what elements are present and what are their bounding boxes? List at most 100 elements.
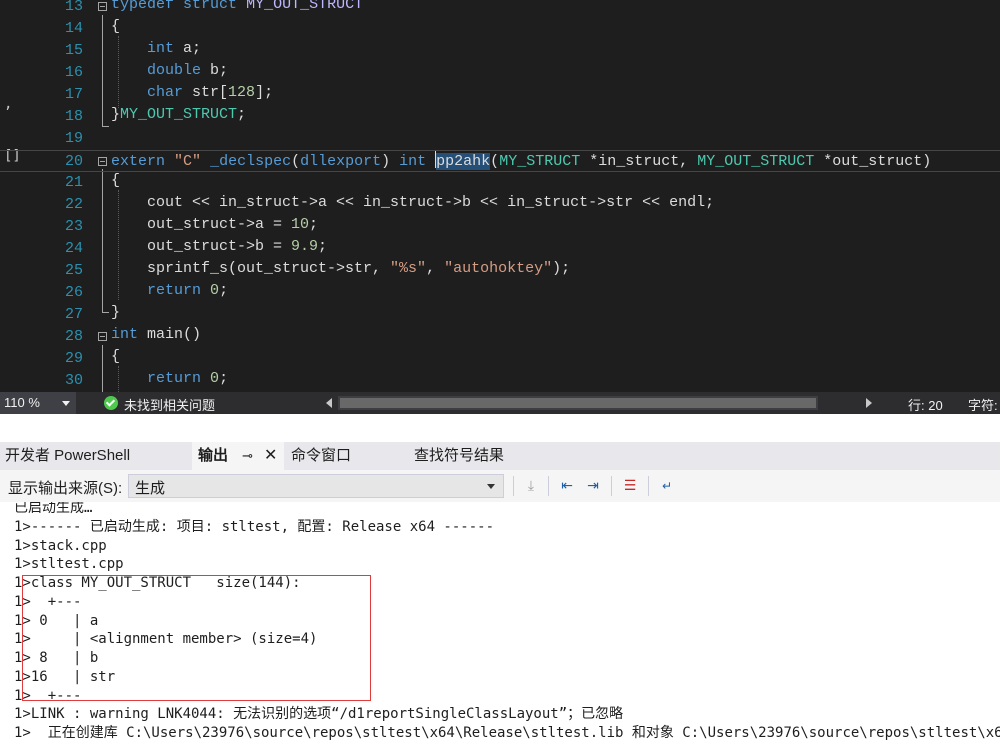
cursor-row: 行: 20 (908, 398, 943, 413)
pin-icon[interactable]: ⊸ (242, 442, 253, 470)
splitter[interactable] (0, 414, 1000, 442)
chevron-down-icon (487, 484, 495, 489)
code-line[interactable]: 14 { (0, 18, 1000, 40)
tab-output[interactable]: 输出 ⊸ ✕ (192, 442, 284, 470)
code-text: { (111, 348, 121, 365)
code-text: int main() (111, 326, 202, 343)
toolbar-separator (548, 476, 549, 496)
tab-find-symbol-results[interactable]: 查找符号结果 (414, 442, 504, 470)
code-line[interactable]: 30 return 0; (0, 370, 1000, 392)
code-line[interactable]: 26 return 0; (0, 282, 1000, 304)
horizontal-scrollbar[interactable] (338, 396, 818, 410)
tab-developer-powershell[interactable]: 开发者 PowerShell (5, 442, 130, 470)
scroll-left-icon[interactable] (326, 398, 332, 408)
code-text: int a; (147, 40, 202, 57)
line-number: 20 (64, 153, 83, 170)
output-source-label: 显示输出来源(S): (8, 480, 123, 497)
line-number: 22 (64, 196, 83, 213)
code-line[interactable]: 18 }MY_OUT_STRUCT; (0, 106, 1000, 128)
code-line[interactable]: 13 typedef struct MY_OUT_STRUCT (0, 0, 1000, 18)
clear-all-icon[interactable]: ☰ (620, 476, 640, 496)
output-line: 1>------ 已启动生成: 项目: stltest, 配置: Release… (14, 518, 495, 535)
code-text: return 0; (147, 370, 229, 387)
chevron-down-icon (62, 401, 70, 406)
zoom-dropdown[interactable]: 110 % (0, 392, 76, 414)
line-number: 16 (64, 64, 83, 81)
line-number: 25 (64, 262, 83, 279)
scroll-right-icon[interactable] (866, 398, 872, 408)
code-line[interactable]: 29 { (0, 348, 1000, 370)
line-number: 14 (64, 20, 83, 37)
previous-message-icon[interactable]: ⇤ (557, 476, 577, 496)
output-source-value: 生成 (135, 480, 166, 497)
output-source-select[interactable]: 生成 (128, 474, 504, 498)
zoom-level: 110 % (4, 395, 40, 410)
code-text: { (111, 172, 121, 189)
class-layout-highlight-box (22, 575, 371, 701)
line-number: 30 (64, 372, 83, 389)
line-number: 18 (64, 108, 83, 125)
code-line[interactable]: 16 double b; (0, 62, 1000, 84)
check-circle-icon[interactable] (104, 396, 118, 410)
code-text: sprintf_s(out_struct->str, "%s", "autoho… (111, 260, 571, 277)
issues-status[interactable]: 未找到相关问题 (124, 395, 215, 414)
line-number: 21 (64, 174, 83, 191)
code-line[interactable]: 24 out_struct->b = 9.9; (0, 238, 1000, 260)
code-text: { (111, 18, 121, 35)
code-line[interactable]: 21 { (0, 172, 1000, 194)
scrollbar-thumb[interactable] (340, 398, 816, 408)
line-number: 24 (64, 240, 83, 257)
code-text: out_struct->b = 9.9; (111, 238, 328, 255)
code-line[interactable]: 22 cout << in_struct->a << in_struct->b … (0, 194, 1000, 216)
toolbar-separator (611, 476, 612, 496)
tab-command-window[interactable]: 命令窗口 (291, 442, 351, 470)
tab-output-label: 输出 (198, 447, 229, 464)
line-number: 19 (64, 130, 83, 147)
tool-window-tabs: 开发者 PowerShell 输出 ⊸ ✕ 命令窗口 查找符号结果 (0, 442, 1000, 470)
find-message-icon[interactable]: ⤓ (521, 476, 541, 496)
code-line[interactable]: 27} (0, 304, 1000, 326)
code-text: typedef struct MY_OUT_STRUCT (111, 0, 364, 13)
output-line: 已启动生成… (14, 502, 93, 516)
code-text: cout << in_struct->a << in_struct->b << … (111, 194, 715, 211)
toolbar-separator (513, 476, 514, 496)
line-number: 13 (64, 0, 83, 15)
code-line[interactable]: 19 (0, 128, 1000, 150)
output-line: 1>LINK : warning LNK4044: 无法识别的选项“/d1rep… (14, 706, 624, 723)
code-text: double b; (147, 62, 229, 79)
word-wrap-icon[interactable]: ↵ (657, 476, 677, 496)
code-line[interactable]: 28 int main() (0, 326, 1000, 348)
collapse-icon[interactable] (98, 332, 107, 341)
line-number: 28 (64, 328, 83, 345)
line-number: 27 (64, 306, 83, 323)
line-number: 26 (64, 284, 83, 301)
line-number: 17 (64, 86, 83, 103)
code-line[interactable]: 15 int a; (0, 40, 1000, 62)
line-number: 15 (64, 42, 83, 59)
output-line: 1> 正在创建库 C:\Users\23976\source\repos\stl… (14, 725, 1000, 740)
code-text: out_struct->a = 10; (111, 216, 319, 233)
code-text: }MY_OUT_STRUCT; (111, 106, 247, 123)
toolbar-separator (648, 476, 649, 496)
output-line: 1>stltest.cpp (14, 556, 124, 573)
collapse-icon[interactable] (98, 2, 107, 11)
code-line[interactable]: 23 out_struct->a = 10; (0, 216, 1000, 238)
collapse-icon[interactable] (98, 157, 107, 166)
code-line[interactable]: 20 extern "C" _declspec(dllexport) int pp… (0, 150, 1000, 172)
next-message-icon[interactable]: ⇥ (583, 476, 603, 496)
code-line[interactable]: 17 char str[128]; (0, 84, 1000, 106)
output-pane[interactable]: 已启动生成… 1>------ 已启动生成: 项目: stltest, 配置: R… (0, 502, 1000, 740)
code-text: char str[128]; (147, 84, 274, 101)
code-line[interactable]: 25 sprintf_s(out_struct->str, "%s", "aut… (0, 260, 1000, 282)
code-text: return 0; (147, 282, 229, 299)
close-icon[interactable]: ✕ (264, 442, 277, 470)
line-number: 29 (64, 350, 83, 367)
code-text: extern "C" _declspec(dllexport) int pp2a… (111, 151, 932, 170)
cursor-col: 字符: (968, 398, 998, 413)
code-editor[interactable]: , [] 13 typedef struct MY_OUT_STRUCT 14{15… (0, 0, 1000, 392)
code-text: } (111, 304, 121, 321)
editor-status-bar: 110 % 未找到相关问题 行: 20 字符: (0, 392, 1000, 414)
output-toolbar: 显示输出来源(S): 生成 ⤓ ⇤ ⇥ ☰ ↵ (0, 470, 1000, 502)
line-number: 23 (64, 218, 83, 235)
output-line: 1>stack.cpp (14, 537, 107, 554)
